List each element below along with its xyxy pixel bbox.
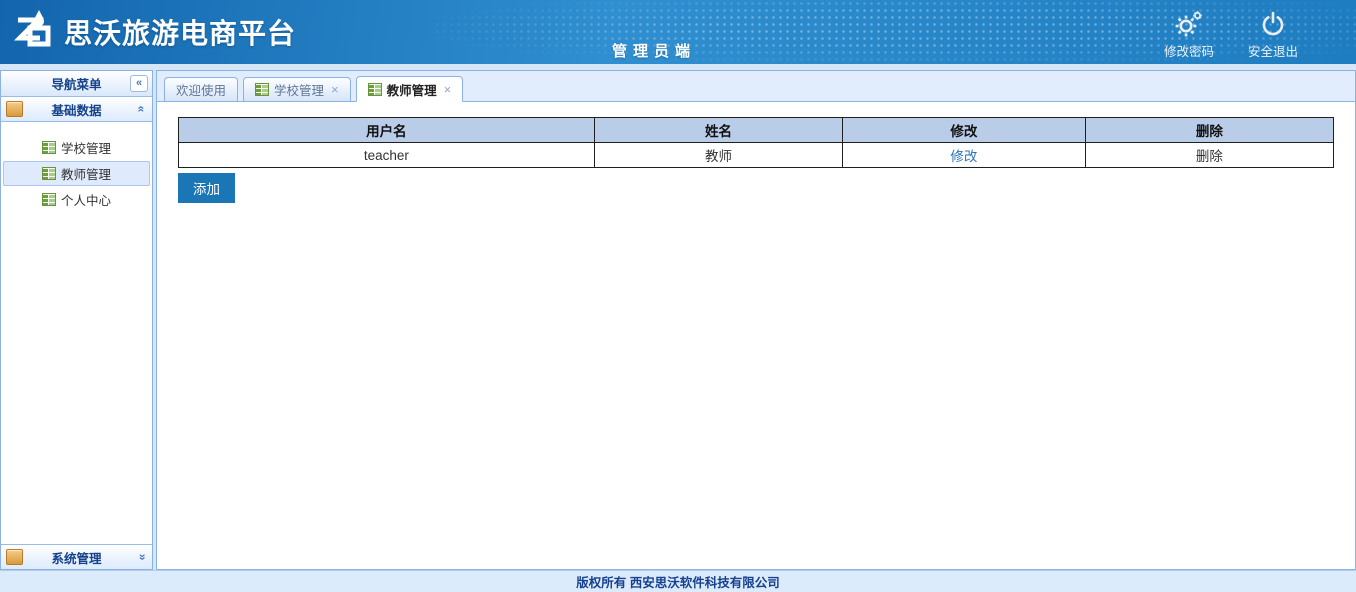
column-username: 用户名 bbox=[179, 118, 595, 143]
sidebar-collapse-button[interactable]: « bbox=[130, 75, 148, 92]
tab-content: 用户名 姓名 修改 删除 teacher 教师 修改 删除 添加 bbox=[157, 102, 1355, 569]
gear-icon bbox=[1174, 10, 1204, 38]
sidebar-menu: 学校管理 教师管理 个人中心 bbox=[1, 122, 152, 213]
sidebar-item-label: 教师管理 bbox=[61, 164, 111, 183]
grid-icon bbox=[368, 83, 382, 96]
close-icon[interactable]: × bbox=[331, 82, 339, 97]
grid-icon bbox=[42, 167, 56, 180]
cell-name: 教师 bbox=[594, 143, 842, 168]
column-name: 姓名 bbox=[594, 118, 842, 143]
column-edit: 修改 bbox=[843, 118, 1086, 143]
logo-icon bbox=[10, 8, 58, 56]
app-header: 思沃旅游电商平台 管理员端 bbox=[0, 0, 1356, 64]
grid-icon bbox=[255, 83, 269, 96]
accordion-system-management-label: 系统管理 bbox=[51, 548, 101, 567]
tab-label: 教师管理 bbox=[387, 80, 437, 99]
nav-sidebar: 导航菜单 « 基础数据 « 学校管理 教师管理 个人中心 系统管理 bbox=[0, 70, 153, 570]
grid-icon bbox=[42, 193, 56, 206]
tab-label: 学校管理 bbox=[274, 80, 324, 99]
power-icon bbox=[1259, 10, 1287, 38]
teacher-table: 用户名 姓名 修改 删除 teacher 教师 修改 删除 bbox=[178, 117, 1334, 168]
add-button[interactable]: 添加 bbox=[178, 173, 235, 203]
column-delete: 删除 bbox=[1085, 118, 1333, 143]
logout-button[interactable]: 安全退出 bbox=[1248, 10, 1298, 60]
sidebar-item-teacher-management[interactable]: 教师管理 bbox=[3, 161, 150, 186]
accordion-basic-data-label: 基础数据 bbox=[51, 100, 101, 119]
app-title: 思沃旅游电商平台 bbox=[64, 12, 296, 52]
main-panel: 欢迎使用 学校管理 × 教师管理 × 用户名 姓名 修改 bbox=[156, 70, 1356, 570]
edit-link[interactable]: 修改 bbox=[950, 149, 977, 164]
cell-username: teacher bbox=[179, 143, 595, 168]
copyright-text: 版权所有 西安思沃软件科技有限公司 bbox=[576, 572, 779, 591]
folder-icon bbox=[6, 101, 23, 117]
footer: 版权所有 西安思沃软件科技有限公司 bbox=[0, 570, 1356, 592]
tab-teacher-management[interactable]: 教师管理 × bbox=[356, 76, 464, 102]
tab-label: 欢迎使用 bbox=[176, 80, 226, 99]
tab-school-management[interactable]: 学校管理 × bbox=[243, 77, 351, 101]
sidebar-item-personal-center[interactable]: 个人中心 bbox=[3, 187, 150, 212]
tab-bar: 欢迎使用 学校管理 × 教师管理 × bbox=[157, 71, 1355, 102]
close-icon[interactable]: × bbox=[444, 82, 452, 97]
logout-label: 安全退出 bbox=[1248, 41, 1298, 60]
sidebar-title: 导航菜单 bbox=[51, 74, 101, 93]
folder-icon bbox=[6, 549, 23, 565]
change-password-label: 修改密码 bbox=[1164, 41, 1214, 60]
sidebar-item-label: 学校管理 bbox=[61, 138, 111, 157]
tab-welcome[interactable]: 欢迎使用 bbox=[164, 77, 238, 101]
sidebar-item-school-management[interactable]: 学校管理 bbox=[3, 135, 150, 160]
change-password-button[interactable]: 修改密码 bbox=[1164, 10, 1214, 60]
role-label: 管理员端 bbox=[612, 40, 696, 61]
sidebar-header: 导航菜单 « bbox=[1, 71, 152, 97]
delete-link[interactable]: 删除 bbox=[1196, 149, 1223, 164]
chevron-up-icon: « bbox=[135, 106, 149, 113]
grid-icon bbox=[42, 141, 56, 154]
table-header-row: 用户名 姓名 修改 删除 bbox=[179, 118, 1334, 143]
table-row: teacher 教师 修改 删除 bbox=[179, 143, 1334, 168]
header-actions: 修改密码 安全退出 bbox=[1164, 10, 1298, 60]
workspace: 导航菜单 « 基础数据 « 学校管理 教师管理 个人中心 系统管理 bbox=[0, 64, 1356, 570]
app-logo: 思沃旅游电商平台 bbox=[10, 8, 296, 56]
chevron-down-icon: « bbox=[135, 554, 149, 561]
sidebar-item-label: 个人中心 bbox=[61, 190, 111, 209]
accordion-basic-data[interactable]: 基础数据 « bbox=[1, 97, 152, 122]
accordion-system-management[interactable]: 系统管理 « bbox=[1, 544, 152, 569]
